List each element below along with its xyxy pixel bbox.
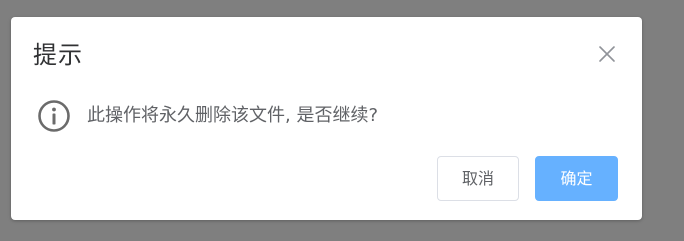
dialog-content: 此操作将永久删除该文件, 是否继续?: [37, 99, 378, 133]
confirm-button[interactable]: 确定: [535, 156, 618, 201]
dialog-title: 提示: [33, 41, 83, 69]
dialog-message: 此操作将永久删除该文件, 是否继续?: [87, 105, 378, 126]
cancel-button[interactable]: 取消: [437, 156, 519, 201]
modal-overlay: 提示 此操作将永久删除该文件, 是否继续? 取消 确定: [0, 0, 684, 241]
confirm-dialog: 提示 此操作将永久删除该文件, 是否继续? 取消 确定: [11, 17, 642, 220]
close-icon: [599, 46, 615, 62]
info-circle-icon: [38, 100, 70, 132]
close-button[interactable]: [597, 44, 617, 64]
